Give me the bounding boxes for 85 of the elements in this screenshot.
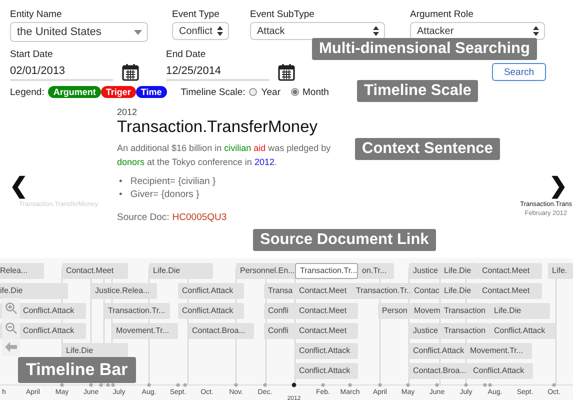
field-label: Event Type	[172, 9, 220, 20]
event-chip[interactable]: Personnel.En...	[236, 263, 295, 279]
event-chip[interactable]: Movement.Tr...	[112, 323, 178, 339]
date-field[interactable]: 12/25/2014	[166, 63, 269, 81]
field-label: End Date	[166, 49, 207, 60]
event-chip[interactable]: Transaction.Tr...	[104, 303, 170, 319]
event-year: 2012	[117, 107, 138, 117]
date-field[interactable]: 02/01/2013	[10, 63, 113, 81]
event-chip[interactable]: Life.Die	[149, 263, 213, 279]
event-chip[interactable]: Transaction	[440, 303, 490, 319]
event-chip[interactable]: ife.Die	[0, 283, 68, 299]
radio-button[interactable]	[249, 88, 258, 96]
event-chip[interactable]: Conflict.Attack	[490, 323, 556, 339]
field-label: Entity Name	[10, 9, 63, 20]
dropdown[interactable]: the United States	[10, 22, 148, 42]
event-chip[interactable]: Contact.Broa...	[409, 363, 469, 379]
event-chip[interactable]: Conflict.Attack	[409, 343, 466, 359]
stepper-icon	[217, 26, 223, 36]
event-chip[interactable]: Contac	[410, 283, 442, 299]
dropdown[interactable]: Conflict	[172, 22, 229, 40]
event-chip[interactable]: Contact.Meet	[478, 263, 542, 279]
event-chip[interactable]: Contact.Meet	[478, 283, 542, 299]
field-label: Event SubType	[250, 9, 316, 20]
event-chip[interactable]: Life.	[548, 263, 573, 279]
event-chip[interactable]: Movement.Tr...	[466, 343, 532, 359]
argument-item: Giver= {donors }	[130, 188, 200, 201]
field-label: Argument Role	[410, 9, 474, 20]
event-chip[interactable]: Transaction	[440, 323, 490, 339]
event-chip[interactable]: Life.Die	[440, 263, 478, 279]
event-chip[interactable]: Movem	[410, 303, 442, 319]
source-label: Source Doc:	[117, 212, 170, 223]
event-chip[interactable]: Contact.Meet	[62, 263, 128, 279]
previous-arrow[interactable]: ❮	[10, 175, 28, 197]
event-chip[interactable]: Conflict.Attack	[178, 283, 244, 299]
event-chip[interactable]: Conflict.Attack	[178, 303, 244, 319]
callout-label: Source Document Link	[253, 229, 436, 251]
callout-label: Timeline Bar	[18, 357, 136, 383]
event-chip[interactable]: Justice.Relea...	[91, 283, 157, 299]
argument-item: Recipient= {civilian }	[130, 175, 216, 188]
back-arrow-icon[interactable]	[5, 342, 17, 352]
event-chip[interactable]: Transaction.Tr...	[295, 263, 358, 279]
event-chip[interactable]: Contact.Meet	[295, 303, 358, 319]
event-chip[interactable]: Transaction.Tr..	[352, 283, 412, 299]
source-link[interactable]: HC0005QU3	[172, 212, 227, 223]
radio-label: Month	[302, 86, 329, 98]
context-sentence: An additional $16 billion in civilian aid was pledged by donors at the Tokyo conference in 2012.	[117, 142, 332, 169]
scale-label: Timeline Scale:	[180, 86, 246, 98]
search-button[interactable]: Search	[492, 63, 546, 81]
legend-badge: Argument	[48, 86, 101, 98]
bullet: •	[119, 188, 122, 201]
stepper-icon	[533, 26, 539, 36]
calendar-icon[interactable]	[122, 63, 139, 81]
zoom-in-icon[interactable]	[5, 302, 17, 314]
event-chip[interactable]: Contact.Meet	[295, 323, 358, 339]
bullet: •	[119, 175, 122, 188]
legend-label: Legend:	[10, 86, 44, 98]
event-chip[interactable]: Conflict.Attack	[295, 363, 358, 379]
event-chip[interactable]: Transa	[264, 283, 297, 299]
event-chip[interactable]: Contact.Broa...	[188, 323, 254, 339]
callout-label: Context Sentence	[355, 138, 500, 160]
next-arrow[interactable]: ❯	[549, 175, 567, 197]
radio-button[interactable]	[290, 88, 298, 96]
callout-label: Timeline Scale	[357, 80, 478, 102]
event-chip[interactable]: Life.Die	[440, 283, 478, 299]
caret-icon	[134, 30, 142, 34]
event-chip[interactable]: Contact.Meet	[295, 283, 355, 299]
zoom-out-icon[interactable]	[5, 322, 17, 334]
legend-badge: Time	[136, 86, 167, 98]
event-chip[interactable]: Conflict.Attack	[469, 363, 533, 379]
event-chip[interactable]: Person	[378, 303, 410, 319]
event-chip[interactable]: Life.Die	[490, 303, 550, 319]
event-chip[interactable]: Confli	[264, 323, 297, 339]
event-chip[interactable]: Justice	[409, 323, 440, 339]
calendar-icon[interactable]	[278, 63, 295, 81]
event-chip[interactable]: Confli	[264, 303, 297, 319]
event-chip[interactable]: on.Tr...	[358, 263, 394, 279]
event-chip[interactable]: Relea...	[0, 263, 44, 279]
field-label: Start Date	[10, 49, 54, 60]
radio-label: Year	[261, 86, 280, 98]
event-title: Transaction.TransferMoney	[117, 118, 318, 137]
stepper-icon	[373, 26, 379, 36]
legend-badge: Triger	[100, 86, 136, 98]
event-chip[interactable]: Justice	[409, 263, 440, 279]
event-chip[interactable]: Conflict.Attack	[295, 343, 358, 359]
callout-label: Multi-dimensional Searching	[312, 38, 537, 60]
